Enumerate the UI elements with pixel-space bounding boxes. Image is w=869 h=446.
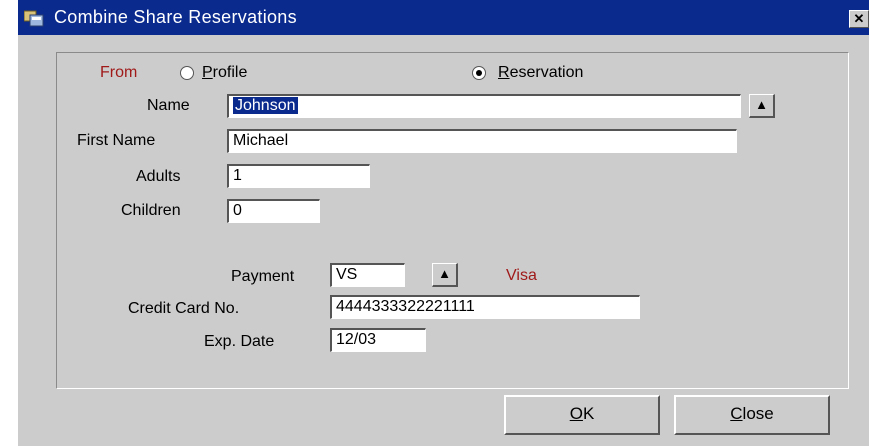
- payment-lov-button[interactable]: ▲: [432, 263, 458, 287]
- from-label: From: [100, 64, 138, 81]
- close-icon[interactable]: ✕: [849, 10, 869, 28]
- lov-arrow-icon: ▲: [755, 97, 768, 112]
- credit-card-field[interactable]: 4444333322221111: [330, 295, 640, 319]
- name-value: Johnson: [233, 97, 298, 114]
- ok-button[interactable]: OK: [504, 395, 660, 435]
- exp-date-label: Exp. Date: [204, 333, 275, 350]
- first-name-label: First Name: [77, 132, 156, 149]
- payment-description: Visa: [506, 267, 537, 284]
- reservation-radio-label[interactable]: Reservation: [498, 64, 583, 82]
- reservation-radio[interactable]: [472, 66, 486, 80]
- name-label: Name: [147, 97, 190, 114]
- name-lov-button[interactable]: ▲: [749, 94, 775, 118]
- profile-radio-label[interactable]: Profile: [202, 64, 247, 82]
- first-name-field[interactable]: Michael: [227, 129, 737, 153]
- children-field[interactable]: 0: [227, 199, 320, 223]
- app-window-icon: [23, 9, 44, 27]
- name-field[interactable]: Johnson: [227, 94, 741, 118]
- adults-field[interactable]: 1: [227, 164, 370, 188]
- children-label: Children: [121, 202, 181, 219]
- credit-card-label: Credit Card No.: [128, 300, 240, 317]
- exp-date-field[interactable]: 12/03: [330, 328, 426, 352]
- window-title: Combine Share Reservations: [54, 7, 297, 27]
- payment-field[interactable]: VS: [330, 263, 405, 287]
- title-bar[interactable]: Combine Share Reservations ✕: [18, 0, 869, 35]
- dialog-window: Combine Share Reservations ✕ From Profil…: [18, 0, 869, 446]
- lov-arrow-icon: ▲: [438, 266, 451, 281]
- profile-radio[interactable]: [180, 66, 194, 80]
- adults-label: Adults: [136, 168, 181, 185]
- close-button[interactable]: Close: [674, 395, 830, 435]
- payment-label: Payment: [231, 268, 295, 285]
